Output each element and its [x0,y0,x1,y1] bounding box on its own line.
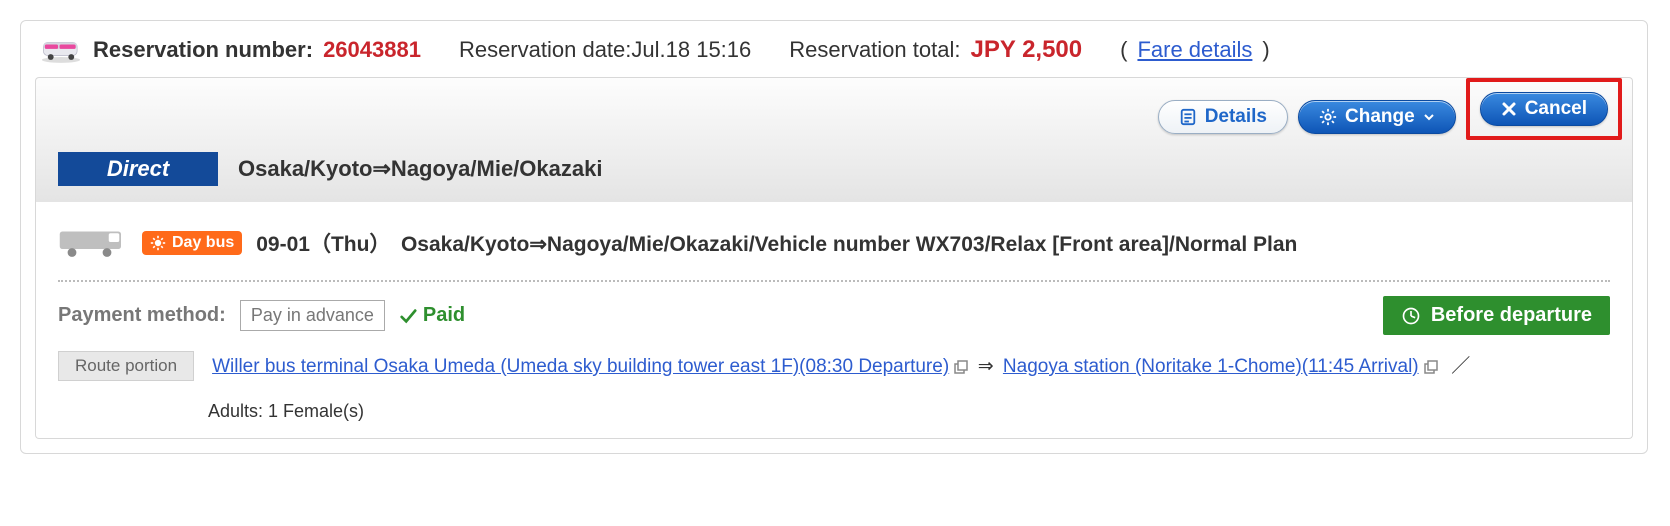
fare-details-link[interactable]: Fare details [1137,37,1252,63]
bus-logo-icon [39,35,83,65]
route-title: Osaka/Kyoto⇒Nagoya/Mie/Okazaki [238,156,602,182]
clock-icon [1401,306,1421,326]
arrival-link[interactable]: Nagoya station (Noritake 1-Chome)(11:45 … [1003,356,1419,377]
reservation-header: Reservation number: 26043881 Reservation… [21,21,1647,77]
reservation-total-label: Reservation total: [789,37,960,63]
route-details-row: Route portion Willer bus terminal Osaka … [58,345,1610,422]
direct-badge: Direct [58,152,218,186]
document-icon [1179,108,1197,126]
payment-label: Payment method: [58,304,226,327]
reservation-number-value: 26043881 [323,37,421,63]
trip-line: Day bus 09-01（Thu） Osaka/Kyoto⇒Nagoya/Mi… [58,228,1610,282]
cancel-button[interactable]: Cancel [1480,92,1608,126]
reservation-total-value: JPY 2,500 [970,36,1082,64]
cancel-highlight-box: Cancel [1466,78,1622,140]
close-icon [1501,101,1517,117]
trip-description: 09-01（Thu） Osaka/Kyoto⇒Nagoya/Mie/Okazak… [256,228,1297,258]
payment-status: Paid [399,304,465,327]
gear-icon [1319,108,1337,126]
daybus-badge: Day bus [142,231,242,255]
payment-row: Payment method: Pay in advance Paid Befo… [58,282,1610,345]
change-button[interactable]: Change [1298,100,1456,134]
reservation-number-label: Reservation number: [93,37,313,63]
reservation-date: Reservation date:Jul.18 15:16 [459,37,751,63]
passengers-line: Adults: 1 Female(s) [58,401,1610,422]
toolbar: Details Change Cancel [35,77,1633,202]
departure-link[interactable]: Willer bus terminal Osaka Umeda (Umeda s… [212,356,949,377]
payment-method: Pay in advance [240,300,385,331]
before-departure-badge: Before departure [1383,296,1610,335]
sun-icon [150,235,166,251]
details-button[interactable]: Details [1158,100,1288,134]
reservation-panel: Reservation number: 26043881 Reservation… [20,20,1648,454]
route-arrow: ⇒ [974,356,998,377]
bus-silhouette-icon [58,228,128,258]
reservation-body: Day bus 09-01（Thu） Osaka/Kyoto⇒Nagoya/Mi… [35,202,1633,439]
external-link-icon [954,360,968,374]
chevron-down-icon [1423,111,1435,123]
slash-separator: ／ [1443,356,1478,377]
check-icon [399,307,417,325]
external-link-icon [1424,360,1438,374]
route-portion-label: Route portion [58,351,194,381]
